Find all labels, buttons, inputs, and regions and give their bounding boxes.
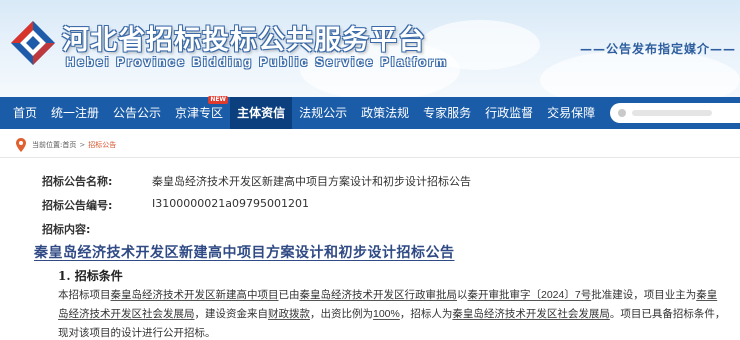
nav-item-supervision[interactable]: 行政监督	[478, 97, 540, 129]
paragraph-text: 本招标项目	[58, 289, 111, 301]
nav-item-expert[interactable]: 专家服务	[416, 97, 478, 129]
notice-name-value: 秦皇岛经济技术开发区新建高中项目方案设计和初步设计招标公告	[152, 175, 471, 188]
nav-item-law-publicity[interactable]: 法规公示	[292, 97, 354, 129]
nav-item-label: 京津专区	[175, 106, 224, 120]
nav-search-area[interactable]	[610, 97, 740, 129]
header-banner: 河北省招标投标公共服务平台 Hebei Province Bidding Pub…	[0, 0, 740, 97]
nav-item-policy[interactable]: 政策法规	[354, 97, 416, 129]
blurred-text	[632, 110, 712, 116]
notice-code-value: I3100000021a09795001201	[152, 197, 309, 210]
notice-content-label: 招标内容:	[42, 223, 91, 236]
breadcrumb: 当前位置: 首页 > 招标公告	[16, 136, 116, 154]
notice-title: 秦皇岛经济技术开发区新建高中项目方案设计和初步设计招标公告	[34, 245, 455, 261]
notice-name-label: 招标公告名称:	[42, 175, 113, 188]
user-icon	[618, 109, 626, 117]
nav-item-guarantee[interactable]: 交易保障	[540, 97, 602, 129]
paragraph-text: 以	[457, 289, 468, 301]
funding-source: 财政拨款	[268, 308, 310, 320]
paragraph-text: 批准建设，项目业主为	[591, 289, 697, 301]
tenderer: 秦皇岛经济技术开发区社会发展局	[452, 308, 610, 320]
project-name: 秦皇岛经济技术开发区新建高中项目	[110, 289, 279, 301]
nav-item-announcements[interactable]: 公告公示	[106, 97, 168, 129]
nav-item-jingjin[interactable]: 京津专区 NEW	[168, 96, 230, 129]
notice-code-label: 招标公告编号:	[42, 199, 113, 212]
site-subtitle: Hebei Province Bidding Public Service Pl…	[66, 55, 449, 69]
divider	[0, 157, 740, 158]
paragraph-text: 已由	[278, 289, 300, 301]
approval-number: 秦开审批审字〔2024〕7号	[467, 289, 592, 301]
notice-paragraph: 本招标项目秦皇岛经济技术开发区新建高中项目已由秦皇岛经济技术开发区行政审批局以秦…	[58, 286, 726, 340]
approval-authority: 秦皇岛经济技术开发区行政审批局	[299, 289, 458, 301]
nav-item-credit[interactable]: 主体资信	[230, 97, 293, 129]
media-slogan: ——公告发布指定媒介——	[579, 42, 736, 56]
new-badge: NEW	[208, 96, 229, 104]
detail-row-content: 招标内容:	[42, 221, 152, 237]
site-title: 河北省招标投标公共服务平台	[62, 25, 426, 56]
paragraph-text: ，招标人为	[399, 308, 453, 320]
nav-item-register[interactable]: 统一注册	[44, 97, 106, 129]
paragraph-text: ，建设资金来自	[194, 308, 269, 320]
paragraph-text: ，出资比例为	[310, 308, 373, 320]
breadcrumb-current[interactable]: 招标公告	[88, 140, 116, 150]
cloud-decoration	[540, 50, 740, 97]
main-nav: 首页 统一注册 公告公示 京津专区 NEW 主体资信 法规公示 政策法规 专家服…	[0, 96, 740, 129]
section-heading: 1. 招标条件	[58, 269, 123, 283]
breadcrumb-prefix: 当前位置:	[32, 141, 63, 149]
funding-ratio: 100%	[373, 308, 400, 320]
detail-row-name: 招标公告名称: 秦皇岛经济技术开发区新建高中项目方案设计和初步设计招标公告	[42, 173, 471, 189]
breadcrumb-home-link[interactable]: 首页	[62, 140, 76, 150]
detail-row-code: 招标公告编号: I3100000021a09795001201	[42, 197, 309, 213]
location-pin-icon	[16, 138, 26, 152]
platform-logo-icon[interactable]	[8, 18, 58, 68]
nav-item-home[interactable]: 首页	[0, 97, 44, 129]
breadcrumb-separator: >	[79, 141, 86, 149]
